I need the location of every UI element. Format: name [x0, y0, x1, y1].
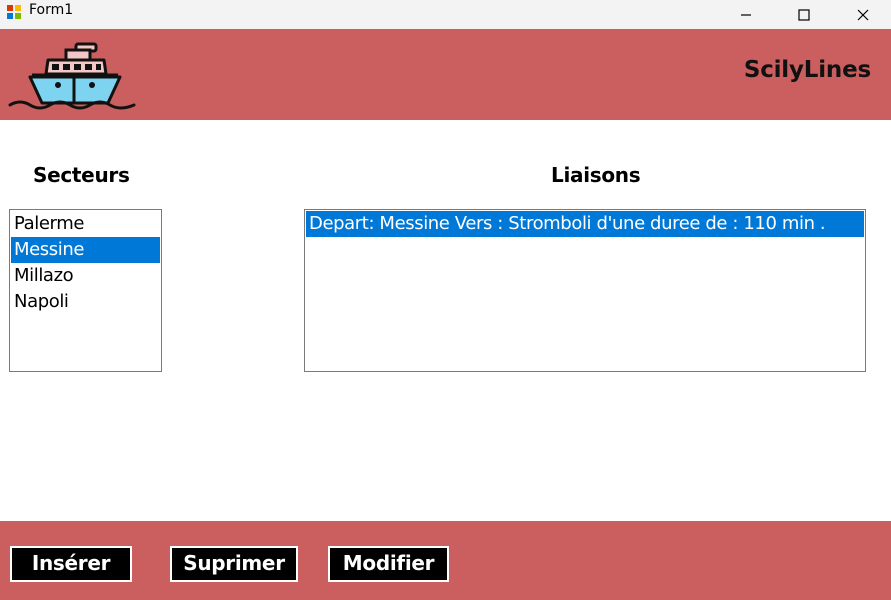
secteur-item-napoli[interactable]: Napoli — [11, 289, 160, 315]
secteur-item-messine[interactable]: Messine — [11, 237, 160, 263]
window-title: Form1 — [29, 2, 74, 18]
liaisons-heading: Liaisons — [551, 163, 641, 187]
suprimer-button[interactable]: Suprimer — [170, 546, 298, 582]
minimize-button[interactable] — [723, 0, 769, 29]
title-bar: Form1 — [0, 0, 891, 29]
minimize-icon — [741, 13, 751, 16]
inserer-button[interactable]: Insérer — [10, 546, 132, 582]
modifier-button[interactable]: Modifier — [328, 546, 449, 582]
maximize-button[interactable] — [781, 0, 827, 29]
close-button[interactable] — [840, 0, 886, 29]
close-icon — [857, 9, 869, 20]
footer-band: Insérer Suprimer Modifier — [0, 521, 891, 600]
liaison-item[interactable]: Depart: Messine Vers : Stromboli d'une d… — [306, 211, 864, 237]
ship-icon — [8, 42, 136, 110]
secteur-item-millazo[interactable]: Millazo — [11, 263, 160, 289]
winforms-app-icon — [7, 5, 21, 19]
secteurs-listbox[interactable]: Palerme Messine Millazo Napoli — [9, 209, 162, 372]
liaisons-listbox[interactable]: Depart: Messine Vers : Stromboli d'une d… — [304, 209, 866, 372]
maximize-icon — [798, 8, 810, 21]
header-band: ScilyLines — [0, 29, 891, 120]
brand-title: ScilyLines — [743, 57, 871, 83]
secteur-item-palerme[interactable]: Palerme — [11, 211, 160, 237]
secteurs-heading: Secteurs — [33, 163, 130, 187]
